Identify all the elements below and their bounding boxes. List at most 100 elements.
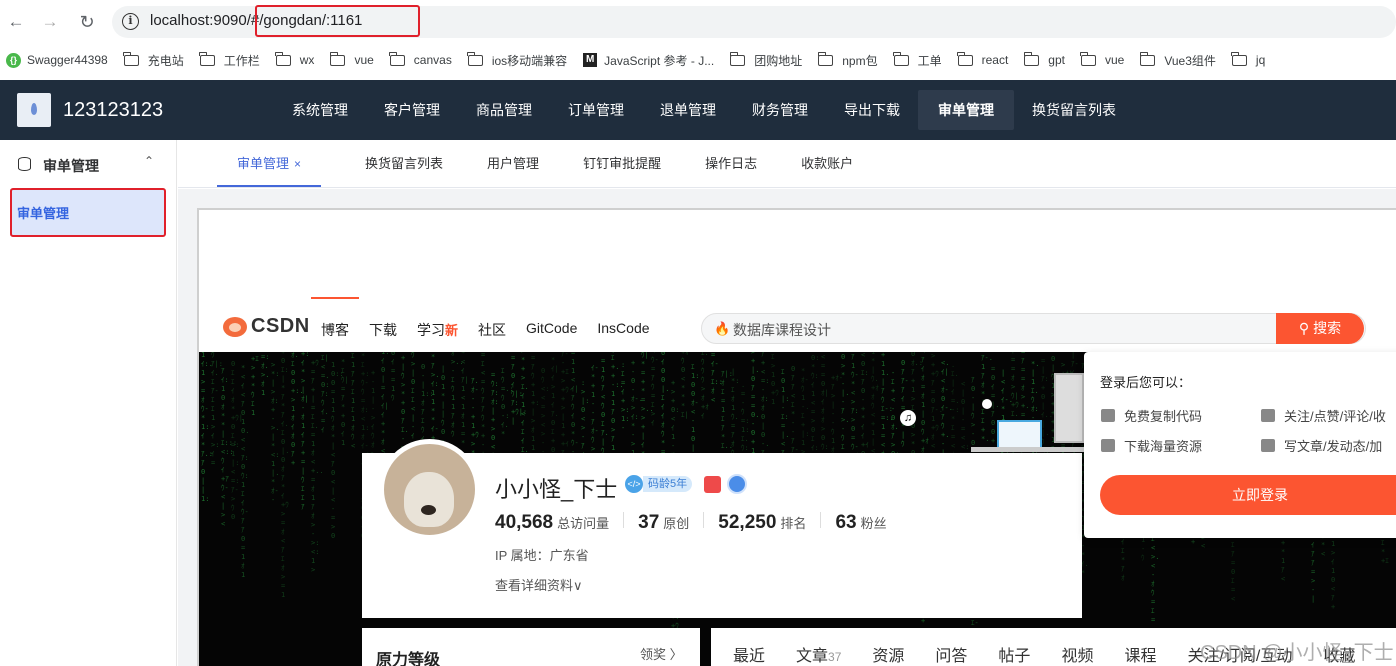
matrix-rain-column: .*ｳｱ|:ｲ.ｴｱ-ｴｴ1>ｲ>:ｲ=	[211, 352, 223, 467]
stat-views-label: 总访问量	[557, 516, 610, 531]
honor-badge-icon[interactable]	[704, 476, 721, 493]
content-tab-articles[interactable]: 文章37	[796, 642, 841, 666]
bookmark-item[interactable]: jq	[1231, 51, 1265, 67]
matrix-rain-column: *ｴｳ|=ｱ*+0ｲ1	[341, 358, 349, 447]
content-tab-recent[interactable]: 最近	[733, 642, 765, 666]
bookmark-item[interactable]: Vue3组件	[1139, 51, 1216, 69]
topnav-item[interactable]: 审单管理	[918, 90, 1014, 130]
claim-reward-link[interactable]: 领奖 〉	[640, 644, 683, 663]
matrix-rain-column: :..|1ｴ1ｱｱｴ1ｴ1ｵｳ<	[351, 352, 356, 450]
bookmark-label: vue	[1104, 53, 1125, 67]
stat-original-value: 37	[638, 512, 660, 533]
topnav-item[interactable]: 系统管理	[274, 80, 366, 140]
folder-icon	[389, 51, 405, 66]
sidebar-highlight-box	[10, 188, 166, 237]
back-icon[interactable]: ←	[4, 10, 28, 34]
content-tab-courses[interactable]: 课程	[1124, 642, 1156, 666]
bookmark-item[interactable]: wx	[275, 51, 314, 67]
profile-stats: 40,568 总访问量 37 原创 52,250 排名 63 粉丝	[495, 512, 887, 534]
csdn-nav-download[interactable]: 下载	[369, 320, 397, 340]
tab-payment-account[interactable]: 收款账户	[801, 140, 853, 187]
csdn-nav-community[interactable]: 社区	[478, 320, 506, 340]
chevron-up-icon[interactable]: ⌃	[144, 154, 154, 168]
csdn-logo-text: CSDN	[251, 315, 310, 337]
tab-user-management[interactable]: 用户管理	[487, 140, 539, 187]
bookmark-item[interactable]: 工单	[893, 51, 942, 69]
topnav-item[interactable]: 订单管理	[550, 80, 642, 140]
topnav-item[interactable]: 换货留言列表	[1014, 80, 1134, 140]
login-popup-title: 登录后您可以：	[1100, 375, 1192, 390]
login-button[interactable]: 立即登录	[1100, 475, 1396, 515]
view-details-link[interactable]: 查看详细资料∨	[495, 575, 583, 594]
tab-audit[interactable]: 审单管理 ×	[217, 140, 322, 187]
bookmark-label: 工单	[917, 53, 942, 68]
tab-exchange-messages[interactable]: 换货留言列表	[365, 140, 443, 187]
csdn-nav-learn-label: 学习	[417, 322, 445, 338]
content-tab-posts[interactable]: 帖子	[998, 642, 1030, 666]
reload-icon[interactable]: ↻	[75, 10, 99, 34]
tab-operation-log[interactable]: 操作日志	[705, 140, 757, 187]
content-tab-videos[interactable]: 视频	[1061, 642, 1093, 666]
matrix-rain-column: +0ｴ:|*ｱ*ｱｲ.ｴ0|.0ｵｱ*ｲ+ｳ>=ｵ<ｱｴｵ>=1	[281, 352, 290, 599]
topnav-item[interactable]: 退单管理	[642, 80, 734, 140]
login-benefit-label: 关注/点赞/评论/收	[1284, 409, 1386, 424]
folder-icon	[1231, 51, 1247, 66]
csdn-nav-learn[interactable]: 学习新	[417, 320, 458, 340]
bookmark-item[interactable]: gpt	[1023, 51, 1065, 67]
search-button[interactable]: ⚲ 搜索	[1276, 313, 1364, 344]
matrix-rain-column: 0ｴｴｲｵ*+ｳ|0ｴ=:1|:<=:ｱ->ｳ0	[231, 360, 243, 521]
bookmark-item[interactable]: npm包	[817, 51, 878, 69]
stat-views-value: 40,568	[495, 512, 554, 533]
tab-dingtalk-reminder[interactable]: 钉钉审批提醒	[583, 140, 661, 187]
banner-building	[1054, 373, 1084, 443]
csdn-logo[interactable]: CSDN	[223, 315, 310, 338]
folder-icon	[957, 51, 973, 66]
bookmark-item[interactable]: ios移动端兼容	[467, 51, 567, 69]
csdn-nav-blog[interactable]: 博客	[311, 297, 359, 340]
matrix-rain-column: 0ｴｴ|<=.0:ｱ:ｳｲ.=ｲ	[321, 352, 330, 434]
csdn-nav-inscode[interactable]: InsCode	[597, 320, 649, 340]
folder-icon	[275, 51, 291, 66]
bookmark-label: npm包	[842, 53, 878, 68]
folder-icon	[817, 51, 834, 66]
forward-icon[interactable]: →	[38, 10, 62, 34]
app-logo	[17, 93, 51, 127]
topnav-item[interactable]: 商品管理	[458, 80, 550, 140]
csdn-nav: 博客 下载 学习新 社区 GitCode InsCode	[311, 297, 670, 340]
topnav-item[interactable]: 客户管理	[366, 80, 458, 140]
avatar-dog-face	[404, 472, 454, 527]
matrix-rain-column: *+ｵｳ0<***ｴ|	[681, 352, 689, 419]
topnav-item[interactable]: 导出下载	[826, 80, 918, 140]
bookmark-item[interactable]: {} Swagger44398	[6, 52, 108, 68]
login-benefit-label: 写文章/发动态/加	[1284, 439, 1383, 454]
bookmark-item[interactable]: canvas	[389, 51, 452, 67]
bookmark-item[interactable]: vue	[329, 51, 374, 67]
content-tab-qa[interactable]: 问答	[935, 642, 967, 666]
top-nav: 系统管理 客户管理 商品管理 订单管理 退单管理 财务管理 导出下载 审单管理 换货留言列表	[274, 80, 1134, 140]
avatar-dog-nose	[421, 505, 436, 515]
search-button-label: 搜索	[1313, 320, 1342, 336]
close-icon[interactable]: ×	[294, 157, 301, 171]
code-age-icon: </>	[625, 475, 643, 493]
swagger-icon: {}	[6, 52, 21, 68]
bookmark-item[interactable]: react	[957, 51, 1008, 67]
bookmark-item[interactable]: 团购地址	[729, 51, 802, 69]
bookmark-label: Vue3组件	[1164, 53, 1216, 68]
login-benefit-follow: 关注/点赞/评论/收	[1261, 406, 1386, 425]
embedded-iframe: CSDN 博客 下载 学习新 社区 GitCode InsCode 🔥 数据库课…	[197, 208, 1396, 666]
bookmark-label: 充电站	[147, 53, 184, 68]
folder-icon	[1080, 51, 1096, 66]
stat-rank-value: 52,250	[718, 512, 777, 533]
matrix-rain-column: =1ｳｵ>..-ｴｳ11ｱｵｳ	[451, 352, 464, 438]
csdn-nav-gitcode[interactable]: GitCode	[526, 320, 577, 340]
topnav-item[interactable]: 财务管理	[734, 80, 826, 140]
bookmark-label: canvas	[413, 53, 452, 67]
bookmark-item[interactable]: vue	[1080, 51, 1125, 67]
bookmark-item[interactable]: 工作栏	[199, 51, 260, 69]
bookmark-item[interactable]: 充电站	[123, 51, 184, 69]
content-tab-resources[interactable]: 资源	[872, 642, 904, 666]
login-benefit-copy: 免费复制代码	[1101, 406, 1202, 425]
folder-icon	[123, 51, 139, 66]
bookmark-item[interactable]: M JavaScript 参考 - J...	[583, 52, 714, 69]
site-info-icon[interactable]: i	[122, 13, 139, 30]
